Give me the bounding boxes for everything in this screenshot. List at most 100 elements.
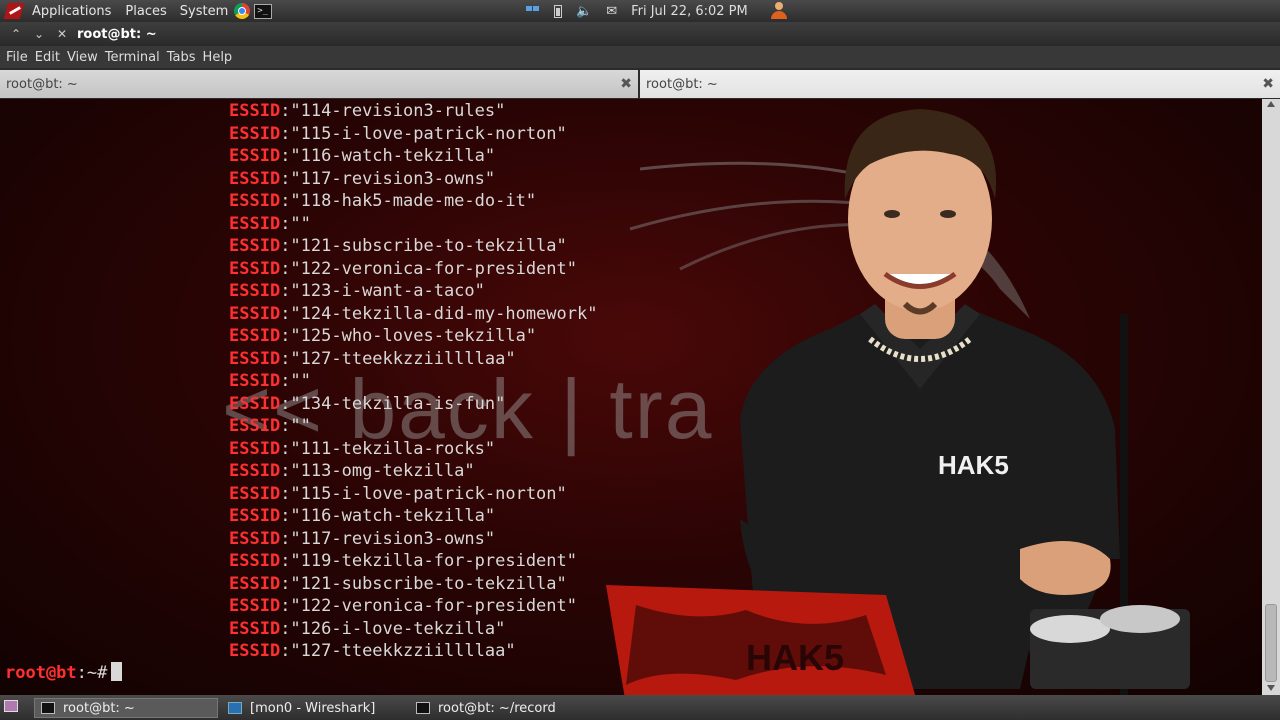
- maximize-icon[interactable]: ⌃: [9, 27, 23, 41]
- menu-view[interactable]: View: [67, 50, 98, 65]
- essid-value: :"114-revision3-rules": [280, 101, 506, 121]
- essid-key: ESSID: [229, 281, 281, 301]
- places-menu[interactable]: Places: [125, 4, 166, 19]
- terminal-scrollbar[interactable]: [1262, 99, 1280, 695]
- terminal-icon: [416, 702, 430, 714]
- menu-help[interactable]: Help: [203, 50, 233, 65]
- essid-value: :"113-omg-tekzilla": [280, 461, 475, 481]
- essid-value: :"117-revision3-owns": [280, 168, 496, 189]
- essid-key: ESSID: [229, 573, 281, 594]
- terminal-line: ESSID:"": [229, 415, 597, 438]
- essid-key: ESSID: [229, 551, 281, 571]
- taskbar-item-label: root@bt: ~: [63, 700, 135, 716]
- terminal-line: ESSID:"122-veronica-for-president": [229, 258, 597, 281]
- terminal-line: ESSID:"116-watch-tekzilla": [229, 145, 597, 168]
- window-titlebar[interactable]: ⌃ ⌄ ✕ root@bt: ~: [0, 22, 1280, 46]
- taskbar-item-terminal-record[interactable]: root@bt: ~/record: [410, 698, 600, 718]
- top-panel: Applications Places System >_ 🔈 ✉ Fri Ju…: [0, 0, 1280, 22]
- terminal-line: ESSID:"121-subscribe-to-tekzilla": [229, 235, 597, 258]
- essid-value: :"127-tteekkzziillllaa": [280, 641, 516, 661]
- mail-icon[interactable]: ✉: [606, 4, 617, 19]
- terminal-line: ESSID:"123-i-want-a-taco": [229, 280, 597, 303]
- scroll-down-icon[interactable]: [1267, 685, 1275, 691]
- scrollbar-thumb[interactable]: [1265, 604, 1277, 682]
- menu-file[interactable]: File: [6, 50, 28, 65]
- close-tab-icon[interactable]: ✖: [1262, 76, 1274, 92]
- tab-terminal-1[interactable]: root@bt: ~ ✖: [0, 70, 638, 98]
- essid-value: :"117-revision3-owns": [280, 528, 496, 549]
- essid-key: ESSID: [229, 236, 281, 256]
- essid-value: :"119-tekzilla-for-president": [280, 551, 577, 571]
- essid-value: :"123-i-want-a-taco": [280, 281, 485, 301]
- essid-key: ESSID: [229, 146, 281, 166]
- show-desktop-icon[interactable]: [4, 700, 18, 712]
- scroll-up-icon[interactable]: [1267, 101, 1275, 107]
- clock[interactable]: Fri Jul 22, 6:02 PM: [631, 4, 748, 19]
- essid-key: ESSID: [229, 303, 281, 324]
- close-tab-icon[interactable]: ✖: [620, 76, 632, 92]
- antenna-and-router: [1030, 314, 1190, 695]
- laptop-logo: HAK5: [746, 637, 844, 678]
- minimize-icon[interactable]: ⌄: [32, 27, 46, 41]
- battery-icon[interactable]: [554, 4, 562, 18]
- tab-terminal-2[interactable]: root@bt: ~ ✖: [640, 70, 1280, 98]
- terminal-line: ESSID:"118-hak5-made-me-do-it": [229, 190, 597, 213]
- essid-key: ESSID: [229, 393, 281, 414]
- essid-value: :"134-tekzilla-is-fun": [280, 393, 506, 414]
- close-window-icon[interactable]: ✕: [55, 27, 69, 41]
- terminal-output[interactable]: << back | tra ESSID:"114-revision3-rules…: [0, 99, 1262, 695]
- essid-key: ESSID: [229, 213, 281, 234]
- system-tray: 🔈 ✉ Fri Jul 22, 6:02 PM: [526, 0, 748, 22]
- essid-value: :"126-i-love-tekzilla": [280, 618, 506, 639]
- essid-value: :"": [280, 416, 311, 436]
- terminal-line: ESSID:"117-revision3-owns": [229, 168, 597, 191]
- essid-value: :"121-subscribe-to-tekzilla": [280, 236, 567, 256]
- terminal-line: ESSID:"124-tekzilla-did-my-homework": [229, 303, 597, 326]
- applications-menu[interactable]: Applications: [32, 4, 111, 19]
- shirt-logo: HAK5: [938, 450, 1009, 480]
- essid-key: ESSID: [229, 483, 281, 504]
- tab-bar: root@bt: ~ ✖ root@bt: ~ ✖: [0, 68, 1280, 99]
- essid-value: :"122-veronica-for-president": [280, 258, 577, 279]
- essid-key: ESSID: [229, 371, 281, 391]
- essid-value: :"127-tteekkzziillllaa": [280, 348, 516, 369]
- dropbox-icon[interactable]: [526, 5, 540, 17]
- essid-key: ESSID: [229, 461, 281, 481]
- essid-value: :"116-watch-tekzilla": [280, 506, 496, 526]
- user-icon[interactable]: [770, 2, 788, 20]
- menu-edit[interactable]: Edit: [35, 50, 60, 65]
- essid-key: ESSID: [229, 168, 281, 189]
- essid-value: :"115-i-love-patrick-norton": [280, 123, 567, 144]
- essid-value: :"118-hak5-made-me-do-it": [280, 191, 537, 211]
- essid-key: ESSID: [229, 596, 281, 616]
- chrome-browser-icon[interactable]: [234, 3, 251, 19]
- taskbar-item-wireshark[interactable]: [mon0 - Wireshark]: [222, 698, 408, 718]
- bottom-taskbar: root@bt: ~ [mon0 - Wireshark] root@bt: ~…: [0, 695, 1280, 720]
- terminal-line: ESSID:"119-tekzilla-for-president": [229, 550, 597, 573]
- tab-label: root@bt: ~: [6, 76, 78, 92]
- essid-key: ESSID: [229, 123, 281, 144]
- text-cursor: [111, 662, 123, 681]
- volume-icon[interactable]: 🔈: [576, 4, 592, 19]
- menu-terminal[interactable]: Terminal: [105, 50, 160, 65]
- essid-key: ESSID: [229, 618, 281, 639]
- terminal-line: ESSID:"": [229, 213, 597, 236]
- essid-value: :"": [280, 213, 311, 234]
- essid-key: ESSID: [229, 641, 281, 661]
- essid-value: :"125-who-loves-tekzilla": [280, 326, 537, 346]
- system-menu[interactable]: System: [180, 4, 228, 19]
- essid-key: ESSID: [229, 258, 281, 279]
- backtrack-logo-icon[interactable]: [4, 1, 26, 21]
- menubar: File Edit View Terminal Tabs Help: [0, 46, 1280, 68]
- terminal-launcher-icon[interactable]: >_: [254, 3, 273, 19]
- essid-value: :"122-veronica-for-president": [280, 596, 577, 616]
- taskbar-item-terminal[interactable]: root@bt: ~: [34, 698, 218, 718]
- hak5-laptop: HAK5: [606, 585, 916, 695]
- essid-value: :"121-subscribe-to-tekzilla": [280, 573, 567, 594]
- menu-tabs[interactable]: Tabs: [167, 50, 196, 65]
- terminal-line: ESSID:"114-revision3-rules": [229, 100, 597, 123]
- shell-prompt[interactable]: root@bt:~#: [5, 662, 123, 683]
- terminal-line: ESSID:"": [229, 370, 597, 393]
- essid-key: ESSID: [229, 191, 281, 211]
- essid-value: :"": [280, 371, 311, 391]
